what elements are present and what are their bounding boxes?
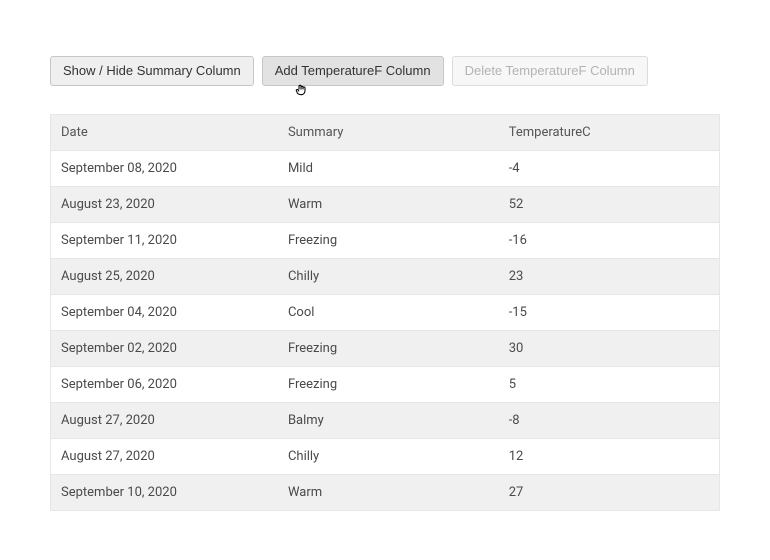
toggle-summary-button[interactable]: Show / Hide Summary Column xyxy=(50,56,254,86)
table-row: August 27, 2020Balmy-8 xyxy=(51,403,720,439)
cell-summary: Warm xyxy=(278,187,499,223)
cell-temperaturec: -4 xyxy=(499,151,720,187)
table-row: September 04, 2020Cool-15 xyxy=(51,295,720,331)
cell-summary: Balmy xyxy=(278,403,499,439)
table-row: September 10, 2020Warm27 xyxy=(51,475,720,511)
table-row: September 08, 2020Mild-4 xyxy=(51,151,720,187)
cell-summary: Cool xyxy=(278,295,499,331)
cell-date: August 23, 2020 xyxy=(51,187,278,223)
cell-date: August 27, 2020 xyxy=(51,403,278,439)
cell-summary: Warm xyxy=(278,475,499,511)
cell-date: September 06, 2020 xyxy=(51,367,278,403)
cell-date: September 04, 2020 xyxy=(51,295,278,331)
cell-temperaturec: 23 xyxy=(499,259,720,295)
page-container: Show / Hide Summary Column Add Temperatu… xyxy=(0,0,770,511)
cell-summary: Mild xyxy=(278,151,499,187)
column-header-summary: Summary xyxy=(278,115,499,151)
cell-summary: Chilly xyxy=(278,439,499,475)
cell-temperaturec: 52 xyxy=(499,187,720,223)
cell-summary: Freezing xyxy=(278,367,499,403)
delete-temperaturef-button: Delete TemperatureF Column xyxy=(452,56,648,86)
table-row: August 27, 2020Chilly12 xyxy=(51,439,720,475)
cell-date: August 27, 2020 xyxy=(51,439,278,475)
cell-summary: Freezing xyxy=(278,331,499,367)
cell-temperaturec: -8 xyxy=(499,403,720,439)
cell-date: September 02, 2020 xyxy=(51,331,278,367)
table-row: September 06, 2020Freezing5 xyxy=(51,367,720,403)
cell-date: August 25, 2020 xyxy=(51,259,278,295)
cell-temperaturec: 5 xyxy=(499,367,720,403)
cell-date: September 10, 2020 xyxy=(51,475,278,511)
table-row: September 11, 2020Freezing-16 xyxy=(51,223,720,259)
forecast-table: Date Summary TemperatureC September 08, … xyxy=(50,114,720,511)
cell-summary: Chilly xyxy=(278,259,499,295)
table-header-row: Date Summary TemperatureC xyxy=(51,115,720,151)
cell-temperaturec: 12 xyxy=(499,439,720,475)
cell-temperaturec: 27 xyxy=(499,475,720,511)
table-row: August 23, 2020Warm52 xyxy=(51,187,720,223)
table-row: September 02, 2020Freezing30 xyxy=(51,331,720,367)
cell-temperaturec: -15 xyxy=(499,295,720,331)
table-row: August 25, 2020Chilly23 xyxy=(51,259,720,295)
column-header-temperaturec: TemperatureC xyxy=(499,115,720,151)
add-temperaturef-button[interactable]: Add TemperatureF Column xyxy=(262,56,444,86)
cell-date: September 11, 2020 xyxy=(51,223,278,259)
cell-date: September 08, 2020 xyxy=(51,151,278,187)
cell-temperaturec: 30 xyxy=(499,331,720,367)
column-header-date: Date xyxy=(51,115,278,151)
button-toolbar: Show / Hide Summary Column Add Temperatu… xyxy=(50,56,720,86)
cell-summary: Freezing xyxy=(278,223,499,259)
cell-temperaturec: -16 xyxy=(499,223,720,259)
